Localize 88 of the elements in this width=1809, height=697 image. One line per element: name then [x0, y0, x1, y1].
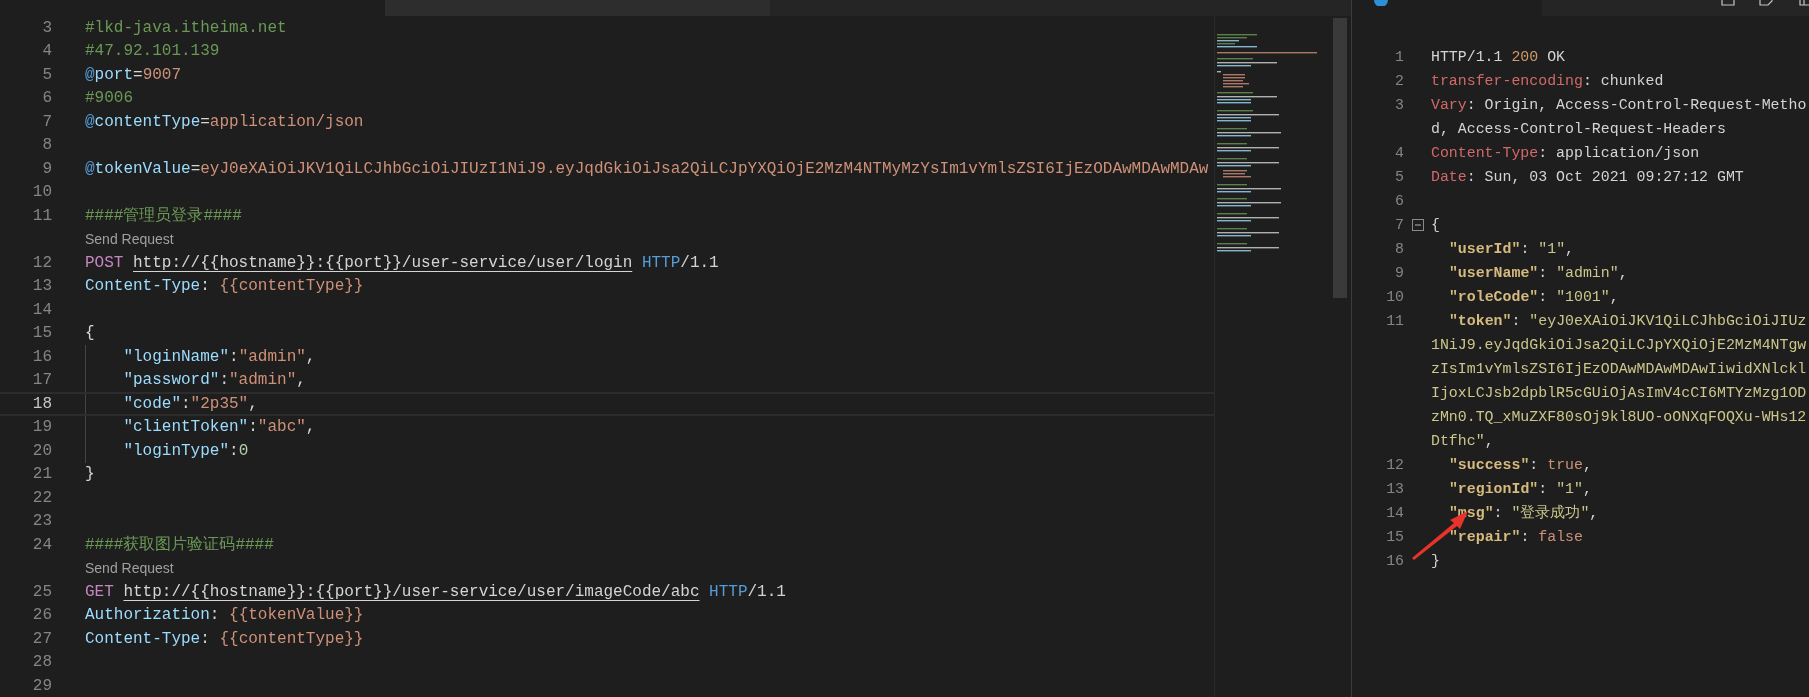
code-line: @tokenValue=eyJ0eXAiOiJKV1QiLCJhbGciOiJIUzI1NiJ9.eyJqdGkiOiJsa2QiLCJpYXQiOjE2MzM4NTMyMzYsIm1vYmlsZSI6IjEzODAwMDAwMDAw: [85, 160, 1209, 177]
line-number: 15: [31, 325, 52, 342]
code-line: d, Access-Control-Request-Headers: [1431, 121, 1726, 137]
line-number: 23: [31, 513, 52, 530]
code-line: "code":"2p35",: [123, 395, 258, 412]
line-number: 17: [31, 372, 52, 389]
code-line: "regionId": "1",: [1448, 481, 1592, 497]
line-number: 7: [1394, 217, 1404, 233]
code-line: 1NiJ9.eyJqdGkiOiJsa2QiLCJpYXQiOjE2MzM4NTgw: [1431, 337, 1807, 353]
code-line: "loginType":0: [123, 442, 249, 459]
line-number: 29: [31, 677, 52, 694]
line-number: 4: [41, 43, 52, 60]
response-tab[interactable]: [1352, 0, 1542, 16]
code-line: @port=9007: [85, 66, 182, 83]
line-number: 3: [41, 19, 52, 36]
code-line: Content-Type: {{contentType}}: [85, 278, 364, 295]
line-number: 11: [31, 207, 52, 224]
line-number: 2: [1394, 73, 1404, 89]
line-number: 14: [31, 301, 52, 318]
line-number: 15: [1385, 529, 1404, 545]
code-line: }: [1431, 553, 1440, 569]
code-line: "roleCode": "1001",: [1448, 289, 1619, 305]
code-line: "clientToken":"abc",: [123, 419, 316, 436]
line-number: 25: [31, 583, 52, 600]
code-line: "password":"admin",: [123, 372, 306, 389]
fold-icon[interactable]: [1411, 219, 1424, 231]
line-number: 10: [1385, 289, 1404, 305]
line-number: 8: [41, 137, 52, 154]
code-line: transfer-encoding: chunked: [1431, 73, 1664, 89]
line-number: 11: [1385, 313, 1404, 329]
line-number: 12: [1385, 457, 1404, 473]
line-number: 8: [1394, 241, 1404, 257]
code-line: Content-Type: application/json: [1431, 145, 1700, 161]
line-number: 24: [31, 536, 52, 553]
line-number: 9: [1394, 265, 1404, 281]
code-line: POST http://{{hostname}}:{{port}}/user-service/user/login HTTP/1.1: [85, 254, 719, 271]
line-number: 22: [31, 489, 52, 506]
code-line: {: [85, 325, 95, 342]
line-number: 3: [1394, 97, 1404, 113]
code-line: GET http://{{hostname}}:{{port}}/user-service/user/imageCode/abc HTTP/1.1: [85, 583, 786, 600]
line-number: 5: [1394, 169, 1404, 185]
code-line: "userId": "1",: [1448, 241, 1574, 257]
code-line: {: [1431, 217, 1440, 233]
line-number: 21: [31, 466, 52, 483]
code-line: HTTP/1.1 200 OK: [1431, 49, 1566, 65]
code-line: Content-Type: {{contentType}}: [85, 630, 364, 647]
code-line: Vary: Origin, Access-Control-Request-Metho: [1431, 97, 1807, 113]
line-number: 13: [1385, 481, 1404, 497]
code-line: "success": true,: [1448, 457, 1592, 473]
line-number: 26: [31, 607, 52, 624]
line-number: 27: [31, 630, 52, 647]
send-request-link[interactable]: Send Request: [85, 561, 174, 576]
send-request-link[interactable]: Send Request: [85, 232, 174, 247]
line-number: 6: [1394, 193, 1404, 209]
code-line: #9006: [85, 90, 133, 107]
line-number: 12: [31, 254, 52, 271]
line-number: 6: [41, 90, 52, 107]
code-line: IjoxLCJsb2dpblR5cGUiOjAsImV4cCI6MTYzMzg1OD: [1431, 385, 1807, 401]
code-line: }: [85, 466, 95, 483]
scrollbar-thumb[interactable]: [1333, 18, 1347, 298]
code-line: Dtfhc",: [1431, 433, 1494, 449]
code-line: "userName": "admin",: [1448, 265, 1628, 281]
line-number: 16: [31, 348, 52, 365]
line-number: 28: [31, 654, 52, 671]
line-number: 14: [1385, 505, 1404, 521]
code-line: zMn0.TQ_xMuZXF80sOj9kl8UO-oONXqFOQXu-WHs12: [1431, 409, 1807, 425]
line-number: 4: [1394, 145, 1404, 161]
line-number: 9: [41, 160, 52, 177]
code-line: @contentType=application/json: [85, 113, 364, 130]
line-number: 19: [31, 419, 52, 436]
line-number: 1: [1394, 49, 1404, 65]
code-line: ####获取图片验证码####: [85, 536, 274, 553]
line-number: 5: [41, 66, 52, 83]
code-line: Date: Sun, 03 Oct 2021 09:27:12 GMT: [1431, 169, 1744, 185]
code-line: Authorization: {{tokenValue}}: [85, 607, 364, 624]
code-line: #lkd-java.itheima.net: [85, 19, 287, 36]
line-number: 7: [41, 113, 52, 130]
code-line: zIsIm1vYmlsZSI6IjEzODAwMDAwMDAwIiwidXNlckl: [1431, 361, 1807, 377]
line-number: 18: [31, 395, 52, 412]
code-line: "loginName":"admin",: [123, 348, 316, 365]
code-line: "repair": false: [1448, 529, 1583, 545]
line-number: 20: [31, 442, 52, 459]
line-number: 10: [31, 184, 52, 201]
line-number: 13: [31, 278, 52, 295]
line-number: 16: [1385, 553, 1404, 569]
code-line: ####管理员登录####: [85, 207, 242, 224]
code-line: #47.92.101.139: [85, 43, 220, 60]
code-line: "token": "eyJ0eXAiOiJKV1QiLCJhbGciOiJIUz: [1448, 313, 1807, 329]
